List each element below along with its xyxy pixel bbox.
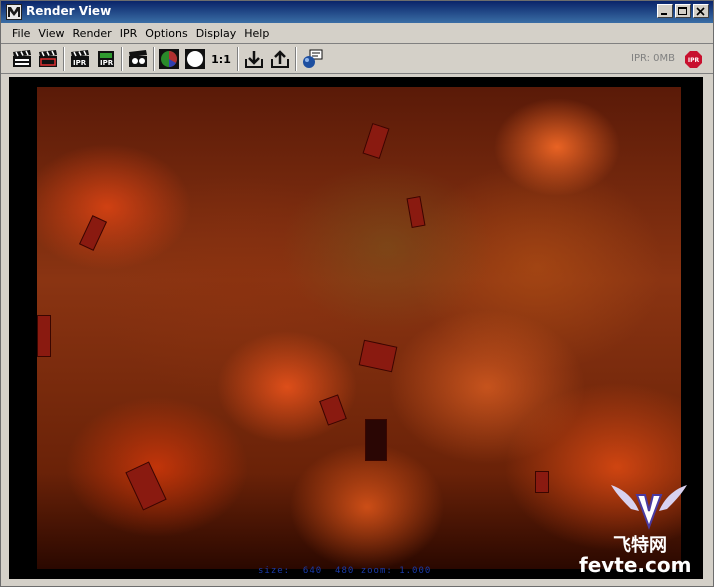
debris-rock xyxy=(362,123,390,159)
render-status-line: size: 640 480 zoom: 1.000 xyxy=(258,566,432,576)
maximize-button[interactable] xyxy=(675,4,691,18)
debris-rock xyxy=(365,419,387,461)
clapboard-region-icon xyxy=(39,50,57,67)
close-icon xyxy=(696,7,705,16)
debris-rock xyxy=(78,215,108,251)
menu-render[interactable]: Render xyxy=(69,27,116,40)
toolbar: IPR IPR 1:1 IPR: 0MB IPR xyxy=(1,43,713,74)
menu-bar: File View Render IPR Options Display Hel… xyxy=(1,23,713,43)
menu-view[interactable]: View xyxy=(34,27,68,40)
render-info-button[interactable] xyxy=(301,49,323,69)
alpha-channel-button[interactable] xyxy=(184,49,206,69)
debris-rock xyxy=(406,196,426,228)
menu-options[interactable]: Options xyxy=(141,27,191,40)
debris-rock xyxy=(37,315,51,357)
svg-text:IPR: IPR xyxy=(100,59,114,67)
close-button[interactable] xyxy=(693,4,709,18)
debris-rock xyxy=(319,394,347,426)
debris-rock xyxy=(535,471,549,493)
ipr-stop-button[interactable]: IPR xyxy=(685,51,702,68)
svg-text:IPR: IPR xyxy=(73,59,87,67)
ipr-stop-label: IPR xyxy=(688,57,700,64)
watermark: 飞特网 fevte.com xyxy=(577,483,697,579)
toolbar-separator xyxy=(121,47,123,71)
ipr-refresh-icon: IPR xyxy=(98,51,114,67)
render-info-icon xyxy=(303,49,323,68)
watermark-url: fevte.com xyxy=(579,553,692,577)
toolbar-separator xyxy=(237,47,239,71)
alpha-channel-icon xyxy=(185,49,205,69)
rgb-channel-icon xyxy=(159,49,179,69)
render-viewport[interactable]: size: 640 480 zoom: 1.000 飞特网 fevte.com xyxy=(9,77,703,579)
minimize-icon xyxy=(661,13,667,15)
remove-image-button[interactable] xyxy=(269,49,291,69)
real-size-button[interactable]: 1:1 xyxy=(210,49,232,69)
ipr-clapboard-icon: IPR xyxy=(71,50,89,67)
keep-image-icon xyxy=(245,51,263,68)
toolbar-separator xyxy=(63,47,65,71)
toolbar-separator xyxy=(153,47,155,71)
menu-ipr[interactable]: IPR xyxy=(116,27,142,40)
render-view-window: Render View File View Render IPR Options… xyxy=(0,0,714,587)
window-title: Render View xyxy=(26,4,112,18)
ipr-memory-status: IPR: 0MB xyxy=(631,53,676,64)
rgb-channel-button[interactable] xyxy=(158,49,180,69)
redo-render-button[interactable] xyxy=(11,49,33,69)
debris-rock xyxy=(125,461,167,511)
watermark-wings-logo-icon xyxy=(611,485,687,530)
keep-image-button[interactable] xyxy=(243,49,265,69)
stop-sign-icon: IPR xyxy=(685,51,702,68)
ipr-render-button[interactable]: IPR xyxy=(69,49,91,69)
maximize-icon xyxy=(678,7,687,15)
menu-file[interactable]: File xyxy=(8,27,34,40)
minimize-button[interactable] xyxy=(657,4,673,18)
menu-display[interactable]: Display xyxy=(192,27,241,40)
remove-image-icon xyxy=(271,50,289,68)
toolbar-separator xyxy=(295,47,297,71)
ipr-refresh-button[interactable]: IPR xyxy=(95,49,117,69)
menu-help[interactable]: Help xyxy=(240,27,273,40)
snapshot-button[interactable] xyxy=(127,49,149,69)
maya-app-icon[interactable] xyxy=(6,4,22,20)
clapboard-icon xyxy=(13,50,31,67)
render-region-button[interactable] xyxy=(37,49,59,69)
title-bar[interactable]: Render View xyxy=(1,1,713,23)
snapshot-icon xyxy=(129,50,147,67)
debris-rock xyxy=(358,339,398,373)
